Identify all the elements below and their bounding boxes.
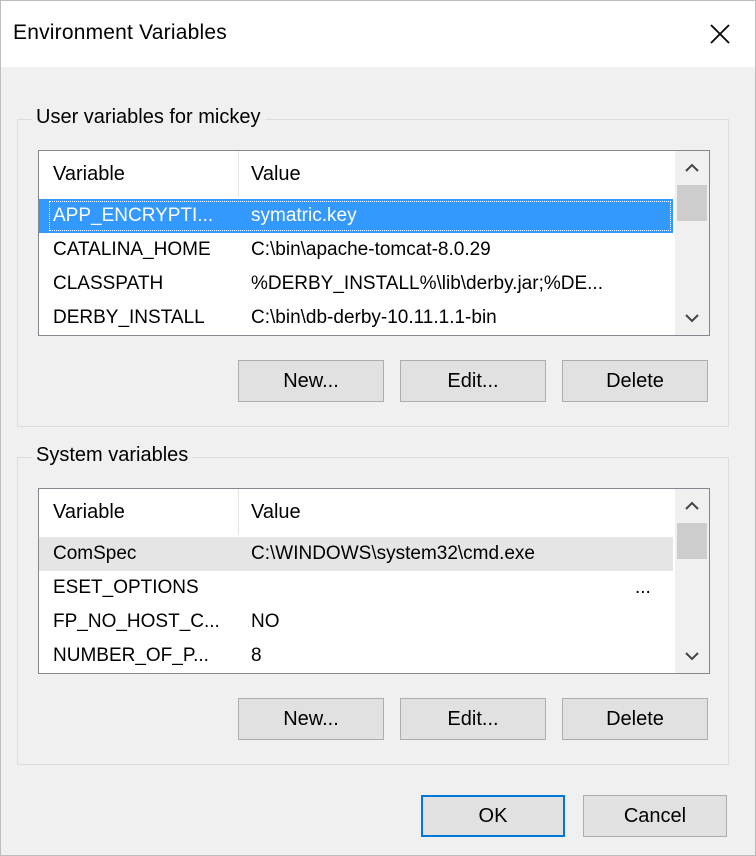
scroll-thumb[interactable] <box>677 185 707 221</box>
variable-name: CLASSPATH <box>53 273 164 294</box>
scroll-thumb[interactable] <box>677 523 707 559</box>
variable-value: %DERBY_INSTALL%\lib\derby.jar;%DE... <box>251 273 603 294</box>
variable-value: C:\WINDOWS\system32\cmd.exe <box>251 543 535 564</box>
variable-value: C:\bin\apache-tomcat-8.0.29 <box>251 239 491 260</box>
vertical-scrollbar[interactable] <box>675 151 709 335</box>
variable-value: ... <box>635 577 651 598</box>
variable-value: symatric.key <box>251 205 357 226</box>
chevron-down-icon <box>685 652 699 661</box>
user-variables-list[interactable]: Variable Value APP_ENCRYPTI... symatric.… <box>38 150 710 336</box>
user-variables-group: User variables for mickey Variable Value… <box>17 106 729 427</box>
list-header: Variable Value <box>39 151 675 199</box>
variable-value: NO <box>251 611 280 632</box>
list-header: Variable Value <box>39 489 675 537</box>
window-title: Environment Variables <box>13 21 227 44</box>
system-delete-button[interactable]: Delete <box>562 698 708 740</box>
variable-name: ComSpec <box>53 543 137 564</box>
chevron-down-icon <box>685 314 699 323</box>
system-variable-row[interactable]: NUMBER_OF_P... 8 <box>39 639 673 673</box>
user-variable-row[interactable]: DERBY_INSTALL C:\bin\db-derby-10.11.1.1-… <box>39 301 673 335</box>
variable-name: ESET_OPTIONS <box>53 577 199 598</box>
column-separator[interactable] <box>238 489 239 535</box>
system-variable-row[interactable]: FP_NO_HOST_C... NO <box>39 605 673 639</box>
system-variable-row[interactable]: ComSpec C:\WINDOWS\system32\cmd.exe <box>39 537 673 571</box>
user-variable-row[interactable]: CATALINA_HOME C:\bin\apache-tomcat-8.0.2… <box>39 233 673 267</box>
scroll-up-button[interactable] <box>675 151 709 185</box>
system-new-button[interactable]: New... <box>238 698 384 740</box>
column-separator[interactable] <box>238 151 239 197</box>
variable-name: NUMBER_OF_P... <box>53 645 209 666</box>
scroll-up-button[interactable] <box>675 489 709 523</box>
ok-button[interactable]: OK <box>421 795 565 837</box>
system-variables-list[interactable]: Variable Value ComSpec C:\WINDOWS\system… <box>38 488 710 674</box>
variable-value: 8 <box>251 645 262 666</box>
user-new-button[interactable]: New... <box>238 360 384 402</box>
variable-name: DERBY_INSTALL <box>53 307 205 328</box>
user-edit-button[interactable]: Edit... <box>400 360 546 402</box>
title-bar: Environment Variables <box>1 1 755 67</box>
scroll-down-button[interactable] <box>675 639 709 673</box>
cancel-button[interactable]: Cancel <box>583 795 727 837</box>
user-variable-row[interactable]: APP_ENCRYPTI... symatric.key <box>39 199 673 233</box>
vertical-scrollbar[interactable] <box>675 489 709 673</box>
chevron-up-icon <box>685 163 699 172</box>
scroll-down-button[interactable] <box>675 301 709 335</box>
chevron-up-icon <box>685 501 699 510</box>
variable-value: C:\bin\db-derby-10.11.1.1-bin <box>251 307 497 328</box>
variable-name: APP_ENCRYPTI... <box>53 205 214 226</box>
column-header-variable[interactable]: Variable <box>53 163 125 186</box>
variable-name: FP_NO_HOST_C... <box>53 611 220 632</box>
user-delete-button[interactable]: Delete <box>562 360 708 402</box>
environment-variables-dialog: Environment Variables User variables for… <box>0 0 756 856</box>
variable-name: CATALINA_HOME <box>53 239 211 260</box>
system-variables-group: System variables Variable Value ComSpec … <box>17 444 729 765</box>
system-variable-row[interactable]: ESET_OPTIONS ... <box>39 571 673 605</box>
user-variables-legend: User variables for mickey <box>32 106 265 129</box>
system-variables-legend: System variables <box>32 444 193 467</box>
user-variable-row[interactable]: CLASSPATH %DERBY_INSTALL%\lib\derby.jar;… <box>39 267 673 301</box>
column-header-value[interactable]: Value <box>251 163 301 186</box>
column-header-variable[interactable]: Variable <box>53 501 125 524</box>
close-icon <box>710 24 730 44</box>
system-edit-button[interactable]: Edit... <box>400 698 546 740</box>
column-header-value[interactable]: Value <box>251 501 301 524</box>
close-button[interactable] <box>694 9 746 59</box>
